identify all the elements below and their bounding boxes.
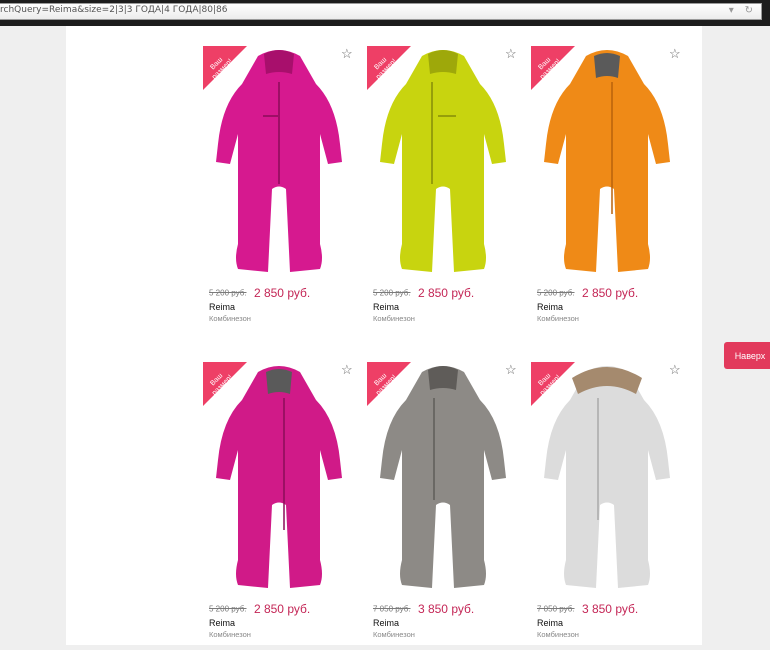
product-type: Комбинезон <box>537 630 579 639</box>
old-price: 7 050 руб. <box>537 604 575 614</box>
favorite-star-icon[interactable]: ☆ <box>341 363 353 377</box>
size-badge: Ваш размер! <box>367 362 411 406</box>
sale-price: 2 850 руб. <box>253 601 311 616</box>
price-block: 7 050 руб. 3 850 руб. <box>373 600 474 618</box>
sale-price: 2 850 руб. <box>417 285 475 300</box>
product-brand[interactable]: Reima <box>373 618 399 628</box>
old-price: 5 200 руб. <box>209 604 247 614</box>
product-brand[interactable]: Reima <box>209 618 235 628</box>
size-badge: Ваш размер! <box>203 362 247 406</box>
sale-price: 2 850 руб. <box>253 285 311 300</box>
product-brand[interactable]: Reima <box>373 302 399 312</box>
sale-price: 3 850 руб. <box>581 601 639 616</box>
price-block: 5 200 руб. 2 850 руб. <box>537 284 638 302</box>
favorite-star-icon[interactable]: ☆ <box>505 47 517 61</box>
favorite-star-icon[interactable]: ☆ <box>669 47 681 61</box>
favorite-star-icon[interactable]: ☆ <box>505 363 517 377</box>
price-block: 5 200 руб. 2 850 руб. <box>209 600 310 618</box>
size-badge: Ваш размер! <box>531 46 575 90</box>
price-block: 7 050 руб. 3 850 руб. <box>537 600 638 618</box>
product-card[interactable]: Ваш размер! ☆ 5 200 руб. 2 850 руб. Reim… <box>201 44 356 334</box>
catalog-page: Ваш размер! ☆ 5 200 руб. 2 850 руб. Reim… <box>66 26 702 645</box>
scroll-to-top-button[interactable]: Наверх <box>724 342 770 369</box>
favorite-star-icon[interactable]: ☆ <box>341 47 353 61</box>
browser-toolbar: rchQuery=Reima&size=2|3|3 ГОДА|4 ГОДА|80… <box>0 0 770 26</box>
dropdown-arrow-icon[interactable]: ▾ <box>729 5 734 16</box>
product-card[interactable]: Ваш размер! ☆ 7 050 руб. 3 850 руб. Reim… <box>365 360 520 650</box>
product-type: Комбинезон <box>373 314 415 323</box>
size-badge: Ваш размер! <box>203 46 247 90</box>
product-brand[interactable]: Reima <box>537 302 563 312</box>
product-card[interactable]: Ваш размер! ☆ 5 200 руб. 2 850 руб. Reim… <box>529 44 684 334</box>
size-badge: Ваш размер! <box>367 46 411 90</box>
old-price: 7 050 руб. <box>373 604 411 614</box>
sale-price: 2 850 руб. <box>581 285 639 300</box>
sale-price: 3 850 руб. <box>417 601 475 616</box>
product-card[interactable]: Ваш размер! ☆ 7 050 руб. 3 850 руб. Reim… <box>529 360 684 650</box>
old-price: 5 200 руб. <box>373 288 411 298</box>
favorite-star-icon[interactable]: ☆ <box>669 363 681 377</box>
price-block: 5 200 руб. 2 850 руб. <box>373 284 474 302</box>
product-brand[interactable]: Reima <box>209 302 235 312</box>
address-text[interactable]: rchQuery=Reima&size=2|3|3 ГОДА|4 ГОДА|80… <box>0 5 227 15</box>
address-bar[interactable]: rchQuery=Reima&size=2|3|3 ГОДА|4 ГОДА|80… <box>0 3 762 20</box>
product-type: Комбинезон <box>537 314 579 323</box>
product-type: Комбинезон <box>373 630 415 639</box>
product-card[interactable]: Ваш размер! ☆ 5 200 руб. 2 850 руб. Reim… <box>365 44 520 334</box>
product-brand[interactable]: Reima <box>537 618 563 628</box>
old-price: 5 200 руб. <box>537 288 575 298</box>
product-card[interactable]: Ваш размер! ☆ 5 200 руб. 2 850 руб. Reim… <box>201 360 356 650</box>
product-type: Комбинезон <box>209 314 251 323</box>
old-price: 5 200 руб. <box>209 288 247 298</box>
reload-icon[interactable]: ↻ <box>745 5 753 16</box>
price-block: 5 200 руб. 2 850 руб. <box>209 284 310 302</box>
size-badge: Ваш размер! <box>531 362 575 406</box>
product-type: Комбинезон <box>209 630 251 639</box>
